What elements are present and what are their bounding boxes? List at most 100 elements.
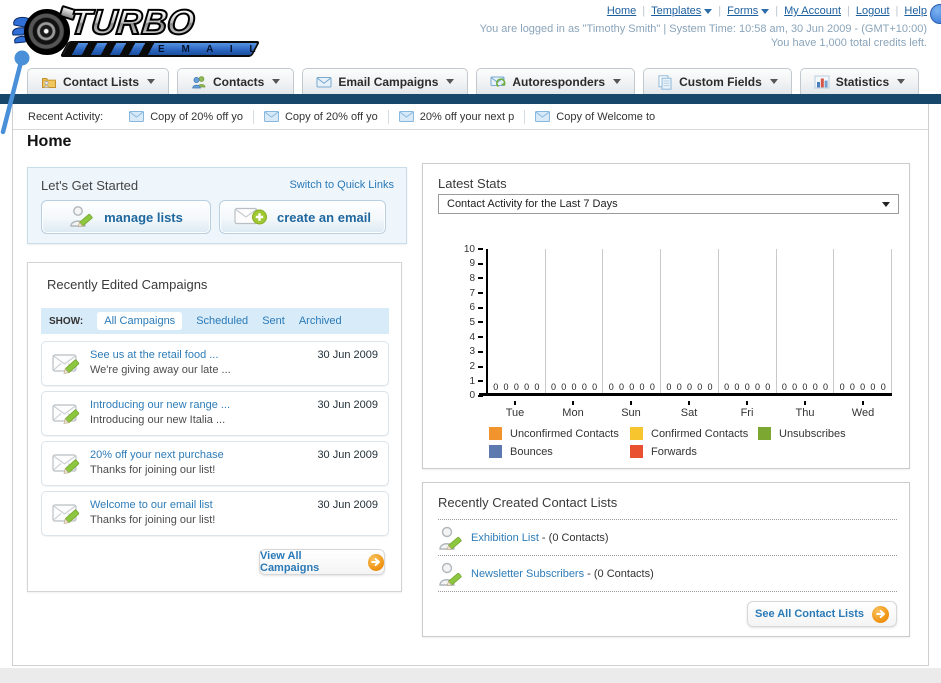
campaign-title-link[interactable]: 20% off your next purchase bbox=[90, 449, 224, 461]
campaign-title-link[interactable]: See us at the retail food ... bbox=[90, 349, 218, 361]
bar-value-label: 0 bbox=[860, 382, 866, 392]
arrow-right-icon bbox=[872, 605, 889, 623]
map-pin-annotation bbox=[0, 50, 30, 135]
bar-value-label: 0 bbox=[697, 382, 703, 392]
nav-link-help[interactable]: Help bbox=[904, 5, 927, 17]
pages-icon bbox=[658, 74, 672, 90]
stats-select-value: Contact Activity for the Last 7 Days bbox=[447, 198, 618, 210]
chevron-down-icon bbox=[613, 79, 622, 84]
legend-item: Confirmed Contacts bbox=[630, 427, 758, 440]
campaign-title-link[interactable]: Welcome to our email list bbox=[90, 499, 213, 511]
y-tick: 2 bbox=[441, 361, 483, 372]
bar-value-label: 0 bbox=[581, 382, 587, 392]
nav-link-templates[interactable]: Templates bbox=[651, 5, 701, 17]
view-all-campaigns-button[interactable]: View All Campaigns bbox=[259, 549, 385, 575]
recent-activity-item[interactable]: Copy of 20% off yo bbox=[119, 111, 253, 123]
contact-list-link[interactable]: Newsletter Subscribers bbox=[471, 568, 584, 580]
chart-plot-area: 00000000000000000000000000000000000 bbox=[479, 249, 893, 396]
envelope-icon bbox=[129, 111, 145, 122]
person-pencil-icon bbox=[439, 526, 462, 550]
tab-statistics[interactable]: Statistics bbox=[799, 68, 920, 94]
bar-value-label: 0 bbox=[744, 382, 750, 392]
chevron-down-icon bbox=[769, 79, 778, 84]
turbo-email-logo: TURBO E M A I L bbox=[8, 2, 268, 63]
tab-email-campaigns[interactable]: Email Campaigns bbox=[302, 68, 469, 94]
tab-contacts[interactable]: Contacts bbox=[177, 68, 295, 94]
campaign-row[interactable]: Welcome to our email list Thanks for joi… bbox=[41, 491, 389, 536]
activity-item-label: Copy of 20% off yo bbox=[284, 110, 378, 123]
recent-campaigns-panel: Recently Edited Campaigns SHOW: All Camp… bbox=[27, 262, 402, 592]
see-all-contact-lists-button[interactable]: See All Contact Lists bbox=[747, 601, 897, 627]
nav-link-home[interactable]: Home bbox=[607, 5, 636, 17]
recent-activity-item[interactable]: 20% off your next p bbox=[389, 111, 525, 123]
recent-activity-item[interactable]: Copy of 20% off yo bbox=[254, 111, 388, 123]
filter-scheduled[interactable]: Scheduled bbox=[196, 315, 248, 327]
nav-link-my-account[interactable]: My Account bbox=[784, 5, 841, 17]
logo-title: TURBO bbox=[67, 2, 198, 43]
campaign-row[interactable]: 20% off your next purchase Thanks for jo… bbox=[41, 441, 389, 486]
credits-text: You have 1,000 total credits left. bbox=[770, 37, 927, 49]
dotted-divider bbox=[438, 555, 897, 556]
bar-value-label: 0 bbox=[880, 382, 886, 392]
x-tick-label: Tue bbox=[486, 401, 544, 419]
switch-quick-links[interactable]: Switch to Quick Links bbox=[289, 179, 394, 191]
y-tick: 1 bbox=[441, 376, 483, 387]
x-tick-label: Sat bbox=[660, 401, 718, 419]
bar-value-label: 0 bbox=[802, 382, 808, 392]
bar-value-label: 0 bbox=[849, 382, 855, 392]
campaign-row[interactable]: Introducing our new range ... Introducin… bbox=[41, 391, 389, 436]
campaign-date: 30 Jun 2009 bbox=[317, 399, 378, 411]
filter-archived[interactable]: Archived bbox=[299, 315, 342, 327]
bar-value-label: 0 bbox=[493, 382, 499, 392]
create-email-button[interactable]: create an email bbox=[219, 200, 386, 234]
campaign-row[interactable]: See us at the retail food ... We're givi… bbox=[41, 341, 389, 386]
y-tick: 6 bbox=[441, 302, 483, 313]
folder-icon bbox=[42, 77, 56, 88]
campaign-subtitle: Introducing our new Italia ... bbox=[90, 414, 226, 426]
bar-value-label: 0 bbox=[839, 382, 845, 392]
get-started-panel: Let's Get Started Switch to Quick Links … bbox=[27, 167, 407, 244]
legend-item: Forwards bbox=[630, 445, 758, 458]
bar-value-label: 0 bbox=[639, 382, 645, 392]
nav-link-logout[interactable]: Logout bbox=[856, 5, 890, 17]
stats-report-select[interactable]: Contact Activity for the Last 7 Days bbox=[438, 194, 899, 214]
header-meta: Home | Templates | Forms | My Account | Logout | H… bbox=[480, 5, 927, 49]
bar-value-label: 0 bbox=[571, 382, 577, 392]
recent-activity-item[interactable]: Copy of Welcome to bbox=[525, 111, 665, 123]
y-tick: 7 bbox=[441, 288, 483, 299]
filter-all-campaigns[interactable]: All Campaigns bbox=[97, 312, 183, 330]
campaign-title-link[interactable]: Introducing our new range ... bbox=[90, 399, 230, 411]
legend-item: Unconfirmed Contacts bbox=[489, 427, 630, 440]
tab-autoresponders[interactable]: Autoresponders bbox=[476, 68, 636, 94]
bar-value-label: 0 bbox=[666, 382, 672, 392]
contact-list-row[interactable]: Newsletter Subscribers - (0 Contacts) bbox=[438, 559, 897, 589]
tab-contact-lists[interactable]: Contact Lists bbox=[27, 68, 170, 94]
envelope-arrow-icon bbox=[490, 76, 506, 87]
campaign-date: 30 Jun 2009 bbox=[317, 349, 378, 361]
bar-value-label: 0 bbox=[870, 382, 876, 392]
main-nav-tabs: Contact Lists Contacts Email Campaigns A… bbox=[27, 68, 920, 94]
nav-link-forms[interactable]: Forms bbox=[727, 5, 758, 17]
campaign-filter-bar: SHOW: All Campaigns Scheduled Sent Archi… bbox=[41, 308, 389, 334]
bar-value-label: 0 bbox=[765, 382, 771, 392]
filter-sent[interactable]: Sent bbox=[262, 315, 285, 327]
bar-value-label: 0 bbox=[524, 382, 530, 392]
logo-subtitle: E M A I L bbox=[158, 44, 263, 55]
campaign-subtitle: We're giving away our late ... bbox=[90, 364, 231, 376]
dotted-divider bbox=[438, 591, 897, 592]
manage-lists-button[interactable]: manage lists bbox=[41, 200, 211, 234]
envelope-icon bbox=[316, 76, 332, 87]
bar-value-label: 0 bbox=[534, 382, 540, 392]
bar-value-label: 0 bbox=[550, 382, 556, 392]
show-label: SHOW: bbox=[49, 315, 84, 327]
help-bubble-icon[interactable] bbox=[930, 4, 941, 24]
contact-list-row[interactable]: Exhibition List - (0 Contacts) bbox=[438, 523, 897, 553]
recent-contact-lists-panel: Recently Created Contact Lists Exhibitio… bbox=[422, 482, 910, 637]
contact-list-link[interactable]: Exhibition List bbox=[471, 532, 539, 544]
bar-value-label: 0 bbox=[812, 382, 818, 392]
x-tick-label: Sun bbox=[602, 401, 660, 419]
x-tick-label: Wed bbox=[834, 401, 892, 419]
chevron-down-icon bbox=[147, 79, 156, 84]
chevron-down-icon bbox=[272, 79, 281, 84]
tab-custom-fields[interactable]: Custom Fields bbox=[643, 68, 792, 94]
